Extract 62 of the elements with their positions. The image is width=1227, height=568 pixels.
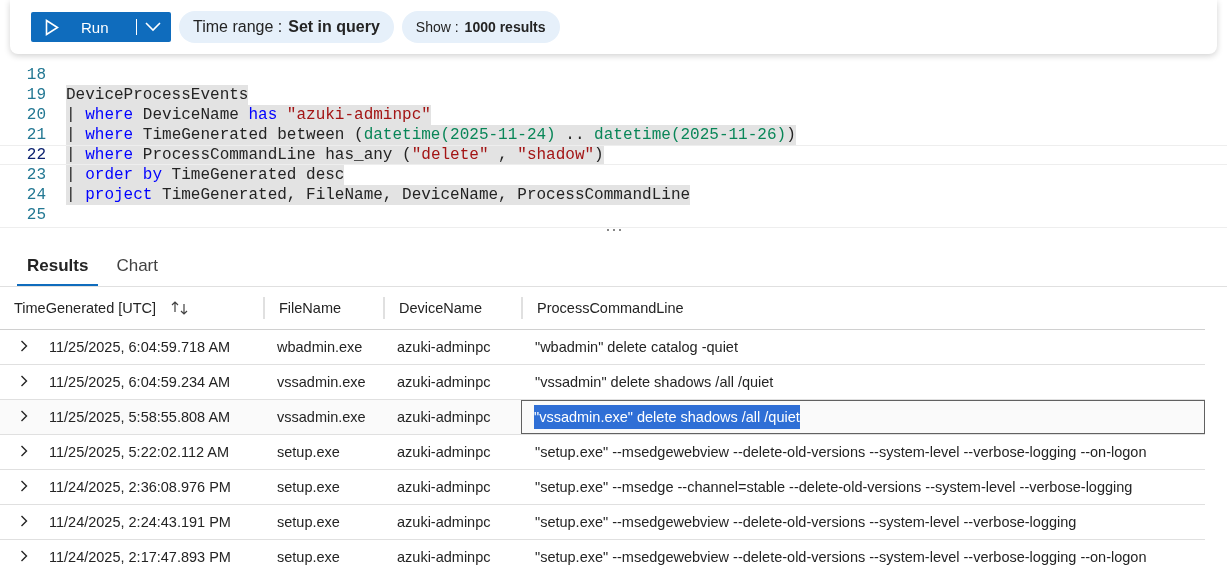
line-number: 18 bbox=[25, 65, 47, 85]
table-cell: azuki-adminpc bbox=[397, 549, 491, 565]
time-range-button[interactable]: Time range : Set in query bbox=[179, 11, 394, 43]
splitter-handle-icon[interactable] bbox=[605, 228, 622, 232]
table-cell: azuki-adminpc bbox=[397, 374, 491, 390]
column-header[interactable]: TimeGenerated [UTC] bbox=[14, 300, 157, 316]
line-number: 23 bbox=[25, 165, 47, 185]
results-tab[interactable]: Chart bbox=[106, 250, 168, 286]
table-cell: setup.exe bbox=[277, 479, 340, 495]
line-number: 20 bbox=[25, 105, 47, 125]
table-cell: vssadmin.exe bbox=[277, 374, 366, 390]
chevron-right-icon bbox=[20, 515, 28, 527]
line-number: 25 bbox=[25, 205, 47, 225]
expand-row-button[interactable] bbox=[20, 550, 28, 562]
chevron-right-icon bbox=[20, 375, 28, 387]
table-cell: azuki-adminpc bbox=[397, 444, 491, 460]
expand-row-button[interactable] bbox=[20, 480, 28, 492]
table-cell: azuki-adminpc bbox=[397, 479, 491, 495]
line-number: 21 bbox=[25, 125, 47, 145]
expand-row-button[interactable] bbox=[20, 515, 28, 527]
table-cell: azuki-adminpc bbox=[397, 514, 491, 530]
chevron-down-icon[interactable] bbox=[145, 22, 161, 32]
table-cell: "vssadmin" delete shadows /all /quiet bbox=[535, 374, 774, 390]
results-tab[interactable]: Results bbox=[17, 250, 99, 286]
table-cell[interactable]: "vssadmin.exe" delete shadows /all /quiet bbox=[521, 400, 1205, 434]
table-cell: setup.exe bbox=[277, 549, 340, 565]
line-number: 19 bbox=[25, 85, 47, 105]
chevron-right-icon bbox=[20, 410, 28, 422]
table-cell: 11/25/2025, 5:22:02.112 AM bbox=[49, 444, 230, 460]
show-results-button[interactable]: Show : 1000 results bbox=[401, 11, 560, 43]
expand-row-button[interactable] bbox=[20, 445, 28, 457]
column-header[interactable]: FileName bbox=[279, 300, 342, 316]
table-cell: 11/24/2025, 2:17:47.893 PM bbox=[49, 549, 231, 565]
expand-row-button[interactable] bbox=[20, 340, 28, 352]
line-number: 22 bbox=[25, 146, 47, 164]
table-cell: "wbadmin" delete catalog -quiet bbox=[535, 339, 738, 355]
chevron-right-icon bbox=[20, 480, 28, 492]
table-cell: azuki-adminpc bbox=[397, 409, 491, 425]
table-cell: 11/25/2025, 5:58:55.808 AM bbox=[49, 409, 231, 425]
expand-row-button[interactable] bbox=[20, 410, 28, 422]
table-cell: wbadmin.exe bbox=[277, 339, 363, 355]
table-cell: "setup.exe" --msedgewebview --delete-old-versions --system-level --verbose-logging bbox=[535, 514, 1077, 530]
table-cell: 11/25/2025, 6:04:59.718 AM bbox=[49, 339, 231, 355]
table-cell: 11/25/2025, 6:04:59.234 AM bbox=[49, 374, 231, 390]
table-cell: setup.exe bbox=[277, 444, 340, 460]
table-cell: vssadmin.exe bbox=[277, 409, 366, 425]
table-cell: "setup.exe" --msedge --channel=stable --delete-old-versions --system-level --verbose-logging bbox=[535, 479, 1133, 495]
chevron-right-icon bbox=[20, 445, 28, 457]
table-cell: 11/24/2025, 2:36:08.976 PM bbox=[49, 479, 231, 495]
table-cell: azuki-adminpc bbox=[397, 339, 491, 355]
expand-row-button[interactable] bbox=[20, 375, 28, 387]
table-cell: 11/24/2025, 2:24:43.191 PM bbox=[49, 514, 231, 530]
column-header[interactable]: DeviceName bbox=[399, 300, 482, 316]
table-cell: "setup.exe" --msedgewebview --delete-old-versions --system-level --verbose-logging --on-logon bbox=[535, 549, 1147, 565]
chevron-right-icon bbox=[20, 550, 28, 562]
line-number: 24 bbox=[25, 185, 47, 205]
play-icon bbox=[45, 18, 59, 36]
column-header[interactable]: ProcessCommandLine bbox=[537, 300, 684, 316]
table-cell: "setup.exe" --msedgewebview --delete-old-versions --system-level --verbose-logging --on-logon bbox=[535, 444, 1147, 460]
run-button[interactable]: Run bbox=[31, 12, 171, 42]
table-cell: setup.exe bbox=[277, 514, 340, 530]
chevron-right-icon bbox=[20, 340, 28, 352]
